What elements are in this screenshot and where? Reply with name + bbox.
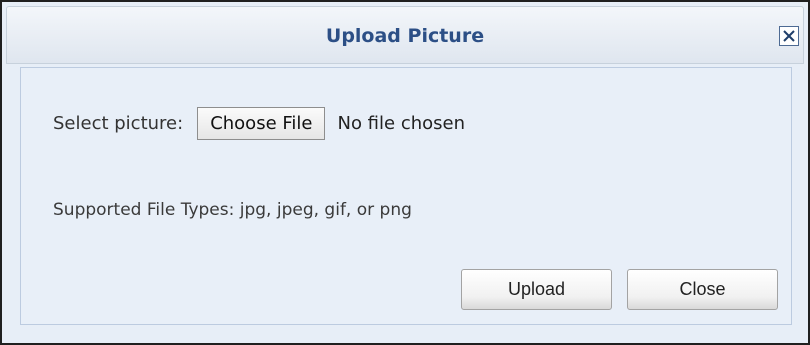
dialog-content: Select picture: Choose File No file chos…	[20, 67, 792, 325]
close-dialog-button[interactable]	[779, 26, 799, 46]
supported-file-types: Supported File Types: jpg, jpeg, gif, or…	[53, 200, 412, 220]
dialog-title: Upload Picture	[325, 25, 485, 47]
file-status-text: No file chosen	[337, 112, 465, 134]
close-x-icon	[783, 30, 795, 42]
select-picture-label: Select picture:	[53, 112, 184, 134]
select-picture-row: Select picture: Choose File No file chos…	[53, 106, 465, 140]
close-button[interactable]: Close	[627, 269, 778, 310]
choose-file-button[interactable]: Choose File	[197, 106, 326, 140]
dialog-titlebar: Upload Picture	[6, 6, 804, 64]
upload-button[interactable]: Upload	[461, 269, 612, 310]
upload-picture-dialog: Upload Picture Select picture: Choose Fi…	[0, 0, 810, 345]
